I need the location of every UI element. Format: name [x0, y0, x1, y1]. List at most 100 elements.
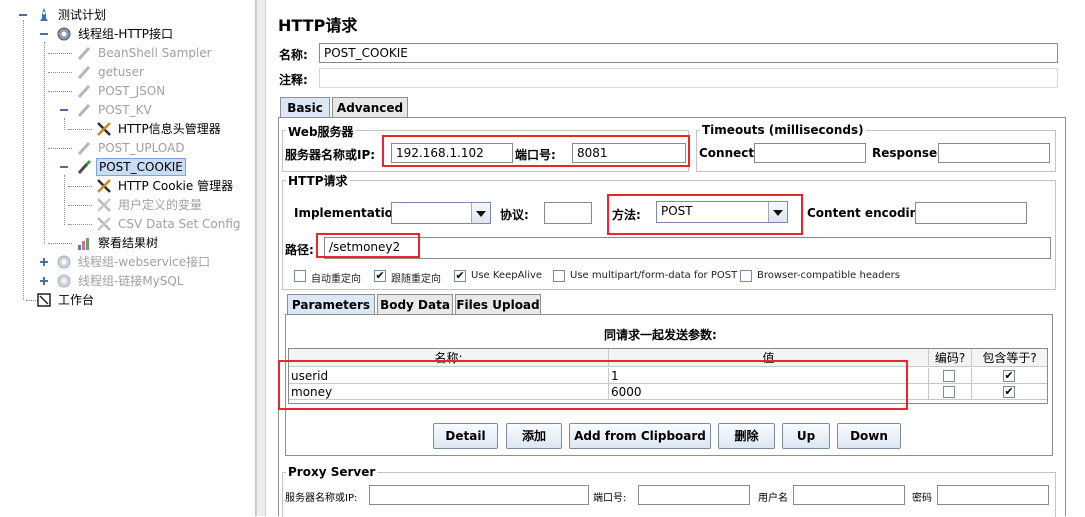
- gear-icon: [57, 27, 71, 41]
- down-button[interactable]: Down: [837, 423, 901, 449]
- proxy-server-title: Proxy Server: [286, 465, 378, 479]
- tree-item-result-tree[interactable]: 察看结果树: [0, 234, 250, 252]
- server-name-input[interactable]: 192.168.1.102: [391, 143, 513, 163]
- param-encode-cell[interactable]: [929, 368, 972, 384]
- tools-icon: [97, 198, 111, 212]
- chevron-down-icon[interactable]: [768, 202, 787, 222]
- tree-item-label: 测试计划: [58, 8, 107, 22]
- tree-item-post-json[interactable]: POST_JSON: [0, 82, 250, 100]
- param-name-cell[interactable]: money: [289, 384, 609, 400]
- detail-button[interactable]: Detail: [433, 423, 498, 449]
- expand-handle-icon[interactable]: [40, 258, 48, 266]
- multipart-checkbox[interactable]: [553, 270, 565, 282]
- delete-button[interactable]: 删除: [718, 423, 775, 449]
- tab-files-upload[interactable]: Files Upload: [455, 294, 541, 314]
- tree-item-label: 线程组-HTTP接口: [78, 27, 174, 41]
- method-label: 方法:: [612, 208, 641, 222]
- connect-timeout-input[interactable]: [754, 143, 866, 163]
- content-encoding-label: Content encoding:: [807, 206, 932, 220]
- pipette-icon: [77, 159, 92, 174]
- content-encoding-input[interactable]: [915, 202, 1027, 224]
- tab-advanced[interactable]: Advanced: [332, 97, 408, 117]
- connect-label: Connect:: [699, 146, 759, 160]
- tree-item-getuser[interactable]: getuser: [0, 63, 250, 81]
- tree-item-thread-group-mysql[interactable]: 线程组-链接MySQL: [0, 272, 250, 290]
- collapse-handle-icon[interactable]: [40, 30, 48, 38]
- tree-item-thread-group-http[interactable]: 线程组-HTTP接口: [0, 25, 250, 43]
- up-button[interactable]: Up: [782, 423, 830, 449]
- tab-basic[interactable]: Basic: [280, 97, 330, 117]
- column-header-value[interactable]: 值: [609, 349, 929, 367]
- column-header-encode[interactable]: 编码?: [929, 349, 972, 367]
- workbench-icon: [37, 293, 51, 307]
- tree-item-user-vars[interactable]: 用户定义的变量: [0, 196, 250, 214]
- http-request-title: HTTP请求: [286, 172, 350, 189]
- tree-item-post-kv[interactable]: POST_KV: [0, 101, 250, 119]
- encode-checkbox[interactable]: [943, 386, 955, 398]
- tools-icon: [97, 179, 111, 193]
- method-select[interactable]: POST: [656, 201, 788, 223]
- implementation-select[interactable]: [391, 202, 491, 224]
- response-timeout-input[interactable]: [938, 143, 1050, 163]
- name-label: 名称:: [279, 48, 308, 62]
- follow-redirect-checkbox[interactable]: ✔: [374, 270, 386, 282]
- tree-item-test-plan[interactable]: 测试计划: [0, 6, 250, 24]
- follow-redirect-label: 跟随重定向: [391, 274, 441, 285]
- encode-checkbox[interactable]: [943, 370, 955, 382]
- port-input[interactable]: 8081: [572, 143, 686, 163]
- path-input[interactable]: /setmoney2: [324, 237, 1051, 259]
- test-plan-tree[interactable]: 测试计划 线程组-HTTP接口 BeanShell Sampler getuse…: [0, 0, 256, 516]
- tree-item-label: CSV Data Set Config: [118, 217, 241, 231]
- server-name-label: 服务器名称或IP:: [285, 148, 376, 162]
- comment-field[interactable]: [319, 68, 1058, 88]
- tree-item-label: getuser: [98, 65, 144, 79]
- protocol-label: 协议:: [500, 208, 529, 222]
- tree-item-workbench[interactable]: 工作台: [0, 291, 250, 309]
- tree-item-label: 用户定义的变量: [118, 198, 203, 212]
- name-field[interactable]: POST_COOKIE: [319, 43, 1058, 63]
- tree-item-post-cookie[interactable]: POST_COOKIE: [0, 158, 250, 176]
- add-from-clipboard-button[interactable]: Add from Clipboard: [569, 423, 711, 449]
- proxy-user-input[interactable]: [793, 485, 905, 505]
- tree-item-cookie-manager[interactable]: HTTP Cookie 管理器: [0, 177, 250, 195]
- collapse-handle-icon[interactable]: [19, 11, 27, 19]
- add-button[interactable]: 添加: [506, 423, 562, 449]
- param-encode-cell[interactable]: [929, 384, 972, 400]
- param-include-equals-cell[interactable]: ✔: [972, 368, 1047, 384]
- browser-headers-checkbox[interactable]: [740, 270, 752, 282]
- protocol-input[interactable]: [544, 202, 592, 224]
- collapse-handle-icon[interactable]: [60, 163, 68, 171]
- tab-body-data[interactable]: Body Data: [377, 294, 453, 314]
- tree-item-beanshell-sampler[interactable]: BeanShell Sampler: [0, 44, 250, 62]
- path-label: 路径:: [285, 243, 314, 257]
- chevron-down-icon[interactable]: [471, 203, 490, 223]
- tree-item-post-upload[interactable]: POST_UPLOAD: [0, 139, 250, 157]
- proxy-port-input[interactable]: [638, 485, 750, 505]
- include-equals-checkbox[interactable]: ✔: [1003, 386, 1015, 398]
- pipette-icon: [77, 84, 91, 99]
- auto-redirect-checkbox[interactable]: [294, 270, 306, 282]
- tree-item-header-manager[interactable]: HTTP信息头管理器: [0, 120, 250, 138]
- pipette-icon: [77, 65, 91, 80]
- param-value-cell[interactable]: 1: [609, 368, 929, 384]
- proxy-server-input[interactable]: [369, 485, 589, 505]
- param-include-equals-cell[interactable]: ✔: [972, 384, 1047, 400]
- collapse-handle-icon[interactable]: [60, 106, 68, 114]
- parameters-table[interactable]: 名称: 值 编码? 包含等于? userid 1 ✔ money 6000 ✔: [288, 348, 1048, 404]
- param-name-cell[interactable]: userid: [289, 368, 609, 384]
- response-label: Response:: [872, 146, 942, 160]
- include-equals-checkbox[interactable]: ✔: [1003, 370, 1015, 382]
- expand-handle-icon[interactable]: [40, 277, 48, 285]
- tree-item-csv-config[interactable]: CSV Data Set Config: [0, 215, 250, 233]
- param-value-cell[interactable]: 6000: [609, 384, 929, 400]
- proxy-password-input[interactable]: [937, 485, 1049, 505]
- tree-item-thread-group-ws[interactable]: 线程组-webservice接口: [0, 253, 250, 271]
- tree-item-label: 工作台: [58, 293, 95, 307]
- tab-parameters[interactable]: Parameters: [287, 294, 375, 314]
- column-header-name[interactable]: 名称:: [289, 349, 609, 367]
- split-pane-divider[interactable]: [256, 0, 266, 516]
- keepalive-checkbox[interactable]: ✔: [454, 270, 466, 282]
- proxy-server-label: 服务器名称或IP:: [285, 493, 358, 504]
- tree-item-label: 察看结果树: [98, 236, 159, 250]
- column-header-include-equals[interactable]: 包含等于?: [972, 349, 1047, 367]
